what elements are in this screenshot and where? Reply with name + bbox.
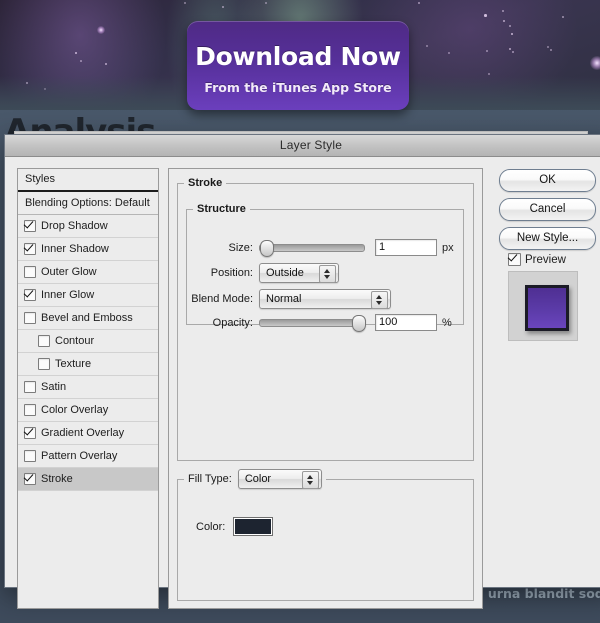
- preview-swatch: [525, 285, 569, 331]
- blend-mode-row: Blend Mode: Normal: [187, 289, 457, 309]
- styles-item-label: Color Overlay: [41, 404, 109, 416]
- blend-mode-select-value: Normal: [266, 293, 302, 305]
- size-input[interactable]: 1: [375, 239, 437, 256]
- checkbox-icon[interactable]: [24, 450, 36, 462]
- styles-item-texture[interactable]: Texture: [18, 353, 158, 376]
- preview-toggle-row[interactable]: Preview: [508, 253, 566, 266]
- fill-type-legend: Fill Type: Color: [184, 469, 326, 489]
- checkbox-icon[interactable]: [24, 312, 36, 324]
- styles-item-bevel-and-emboss[interactable]: Bevel and Emboss: [18, 307, 158, 330]
- styles-item-blending-options[interactable]: Blending Options: Default: [18, 192, 158, 215]
- checkbox-icon[interactable]: [24, 289, 36, 301]
- download-button-title: Download Now: [195, 42, 401, 71]
- dialog-body: Styles Blending Options: Default Drop Sh…: [5, 157, 600, 609]
- checkbox-icon[interactable]: [24, 220, 36, 232]
- download-button-subtitle: From the iTunes App Store: [204, 80, 392, 95]
- position-label: Position:: [210, 267, 253, 279]
- position-select[interactable]: Outside: [259, 263, 339, 283]
- styles-panel: Styles Blending Options: Default Drop Sh…: [17, 168, 159, 609]
- size-unit: px: [442, 241, 454, 254]
- fill-type-select-value: Color: [244, 473, 272, 485]
- ok-button[interactable]: OK: [499, 169, 596, 192]
- styles-item-satin[interactable]: Satin: [18, 376, 158, 399]
- styles-item-label: Pattern Overlay: [41, 450, 118, 462]
- size-slider-thumb[interactable]: [260, 239, 274, 257]
- styles-item-drop-shadow[interactable]: Drop Shadow: [18, 215, 158, 238]
- styles-item-label: Inner Glow: [41, 289, 95, 301]
- checkbox-icon[interactable]: [24, 266, 36, 278]
- color-row: Color:: [196, 517, 274, 536]
- styles-item-outer-glow[interactable]: Outer Glow: [18, 261, 158, 284]
- fill-type-label: Fill Type:: [188, 473, 232, 485]
- fill-type-select[interactable]: Color: [237, 469, 322, 489]
- checkbox-icon[interactable]: [24, 404, 36, 416]
- position-select-value: Outside: [266, 267, 304, 279]
- styles-item-pattern-overlay[interactable]: Pattern Overlay: [18, 445, 158, 468]
- new-style-button[interactable]: New Style...: [499, 227, 596, 250]
- opacity-input[interactable]: 100: [375, 314, 437, 331]
- stroke-group-label: Stroke: [188, 177, 223, 189]
- structure-group-label: Structure: [197, 203, 246, 215]
- size-row: Size: 1 px: [187, 239, 457, 257]
- styles-item-label: Gradient Overlay: [41, 427, 125, 439]
- styles-item-inner-glow[interactable]: Inner Glow: [18, 284, 158, 307]
- preview-label: Preview: [525, 253, 566, 266]
- color-swatch[interactable]: [233, 517, 274, 536]
- opacity-unit: %: [442, 316, 452, 329]
- chevron-updown-icon[interactable]: [371, 291, 388, 309]
- styles-item-label: Bevel and Emboss: [41, 312, 133, 324]
- stroke-group: Stroke Structure Size: 1 px Position: Ou…: [177, 177, 474, 461]
- styles-item-gradient-overlay[interactable]: Gradient Overlay: [18, 422, 158, 445]
- download-now-button[interactable]: Download Now From the iTunes App Store: [187, 21, 409, 110]
- color-label: Color:: [196, 520, 226, 533]
- opacity-slider[interactable]: [259, 314, 366, 332]
- position-row: Position: Outside: [187, 263, 457, 283]
- styles-item-label: Contour: [55, 335, 95, 347]
- styles-panel-header: Styles: [18, 169, 158, 192]
- styles-item-label: Satin: [41, 381, 67, 393]
- blend-mode-label: Blend Mode:: [191, 293, 253, 305]
- fill-type-group: Fill Type: Color Color:: [177, 469, 474, 601]
- styles-item-label: Texture: [55, 358, 92, 370]
- layer-style-dialog: Layer Style Styles Blending Options: Def…: [4, 134, 600, 609]
- blend-mode-select[interactable]: Normal: [259, 289, 391, 309]
- dialog-titlebar[interactable]: Layer Style: [5, 135, 600, 157]
- stroke-settings-panel: Stroke Structure Size: 1 px Position: Ou…: [168, 168, 483, 609]
- checkbox-icon[interactable]: [508, 253, 521, 266]
- checkbox-icon[interactable]: [38, 335, 50, 347]
- checkbox-icon[interactable]: [24, 243, 36, 255]
- styles-item-label: Stroke: [41, 473, 73, 485]
- styles-item-label: Blending Options: Default: [25, 197, 150, 209]
- checkbox-icon[interactable]: [24, 381, 36, 393]
- styles-item-inner-shadow[interactable]: Inner Shadow: [18, 238, 158, 261]
- cancel-button[interactable]: Cancel: [499, 198, 596, 221]
- opacity-row: Opacity: 100 %: [187, 314, 457, 332]
- styles-item-stroke[interactable]: Stroke: [18, 468, 158, 491]
- chevron-updown-icon[interactable]: [319, 265, 336, 283]
- styles-item-label: Outer Glow: [41, 266, 97, 278]
- structure-group: Structure Size: 1 px Position: Outside B…: [186, 203, 464, 332]
- preview-box: [508, 271, 578, 341]
- chevron-updown-icon[interactable]: [301, 471, 319, 489]
- styles-item-label: Inner Shadow: [41, 243, 109, 255]
- size-label: Size:: [228, 241, 253, 254]
- opacity-slider-thumb[interactable]: [352, 314, 366, 332]
- checkbox-icon[interactable]: [24, 473, 36, 485]
- opacity-label: Opacity:: [212, 316, 253, 329]
- styles-item-color-overlay[interactable]: Color Overlay: [18, 399, 158, 422]
- size-slider[interactable]: [259, 239, 365, 257]
- styles-item-contour[interactable]: Contour: [18, 330, 158, 353]
- checkbox-icon[interactable]: [38, 358, 50, 370]
- checkbox-icon[interactable]: [24, 427, 36, 439]
- styles-item-label: Drop Shadow: [41, 220, 108, 232]
